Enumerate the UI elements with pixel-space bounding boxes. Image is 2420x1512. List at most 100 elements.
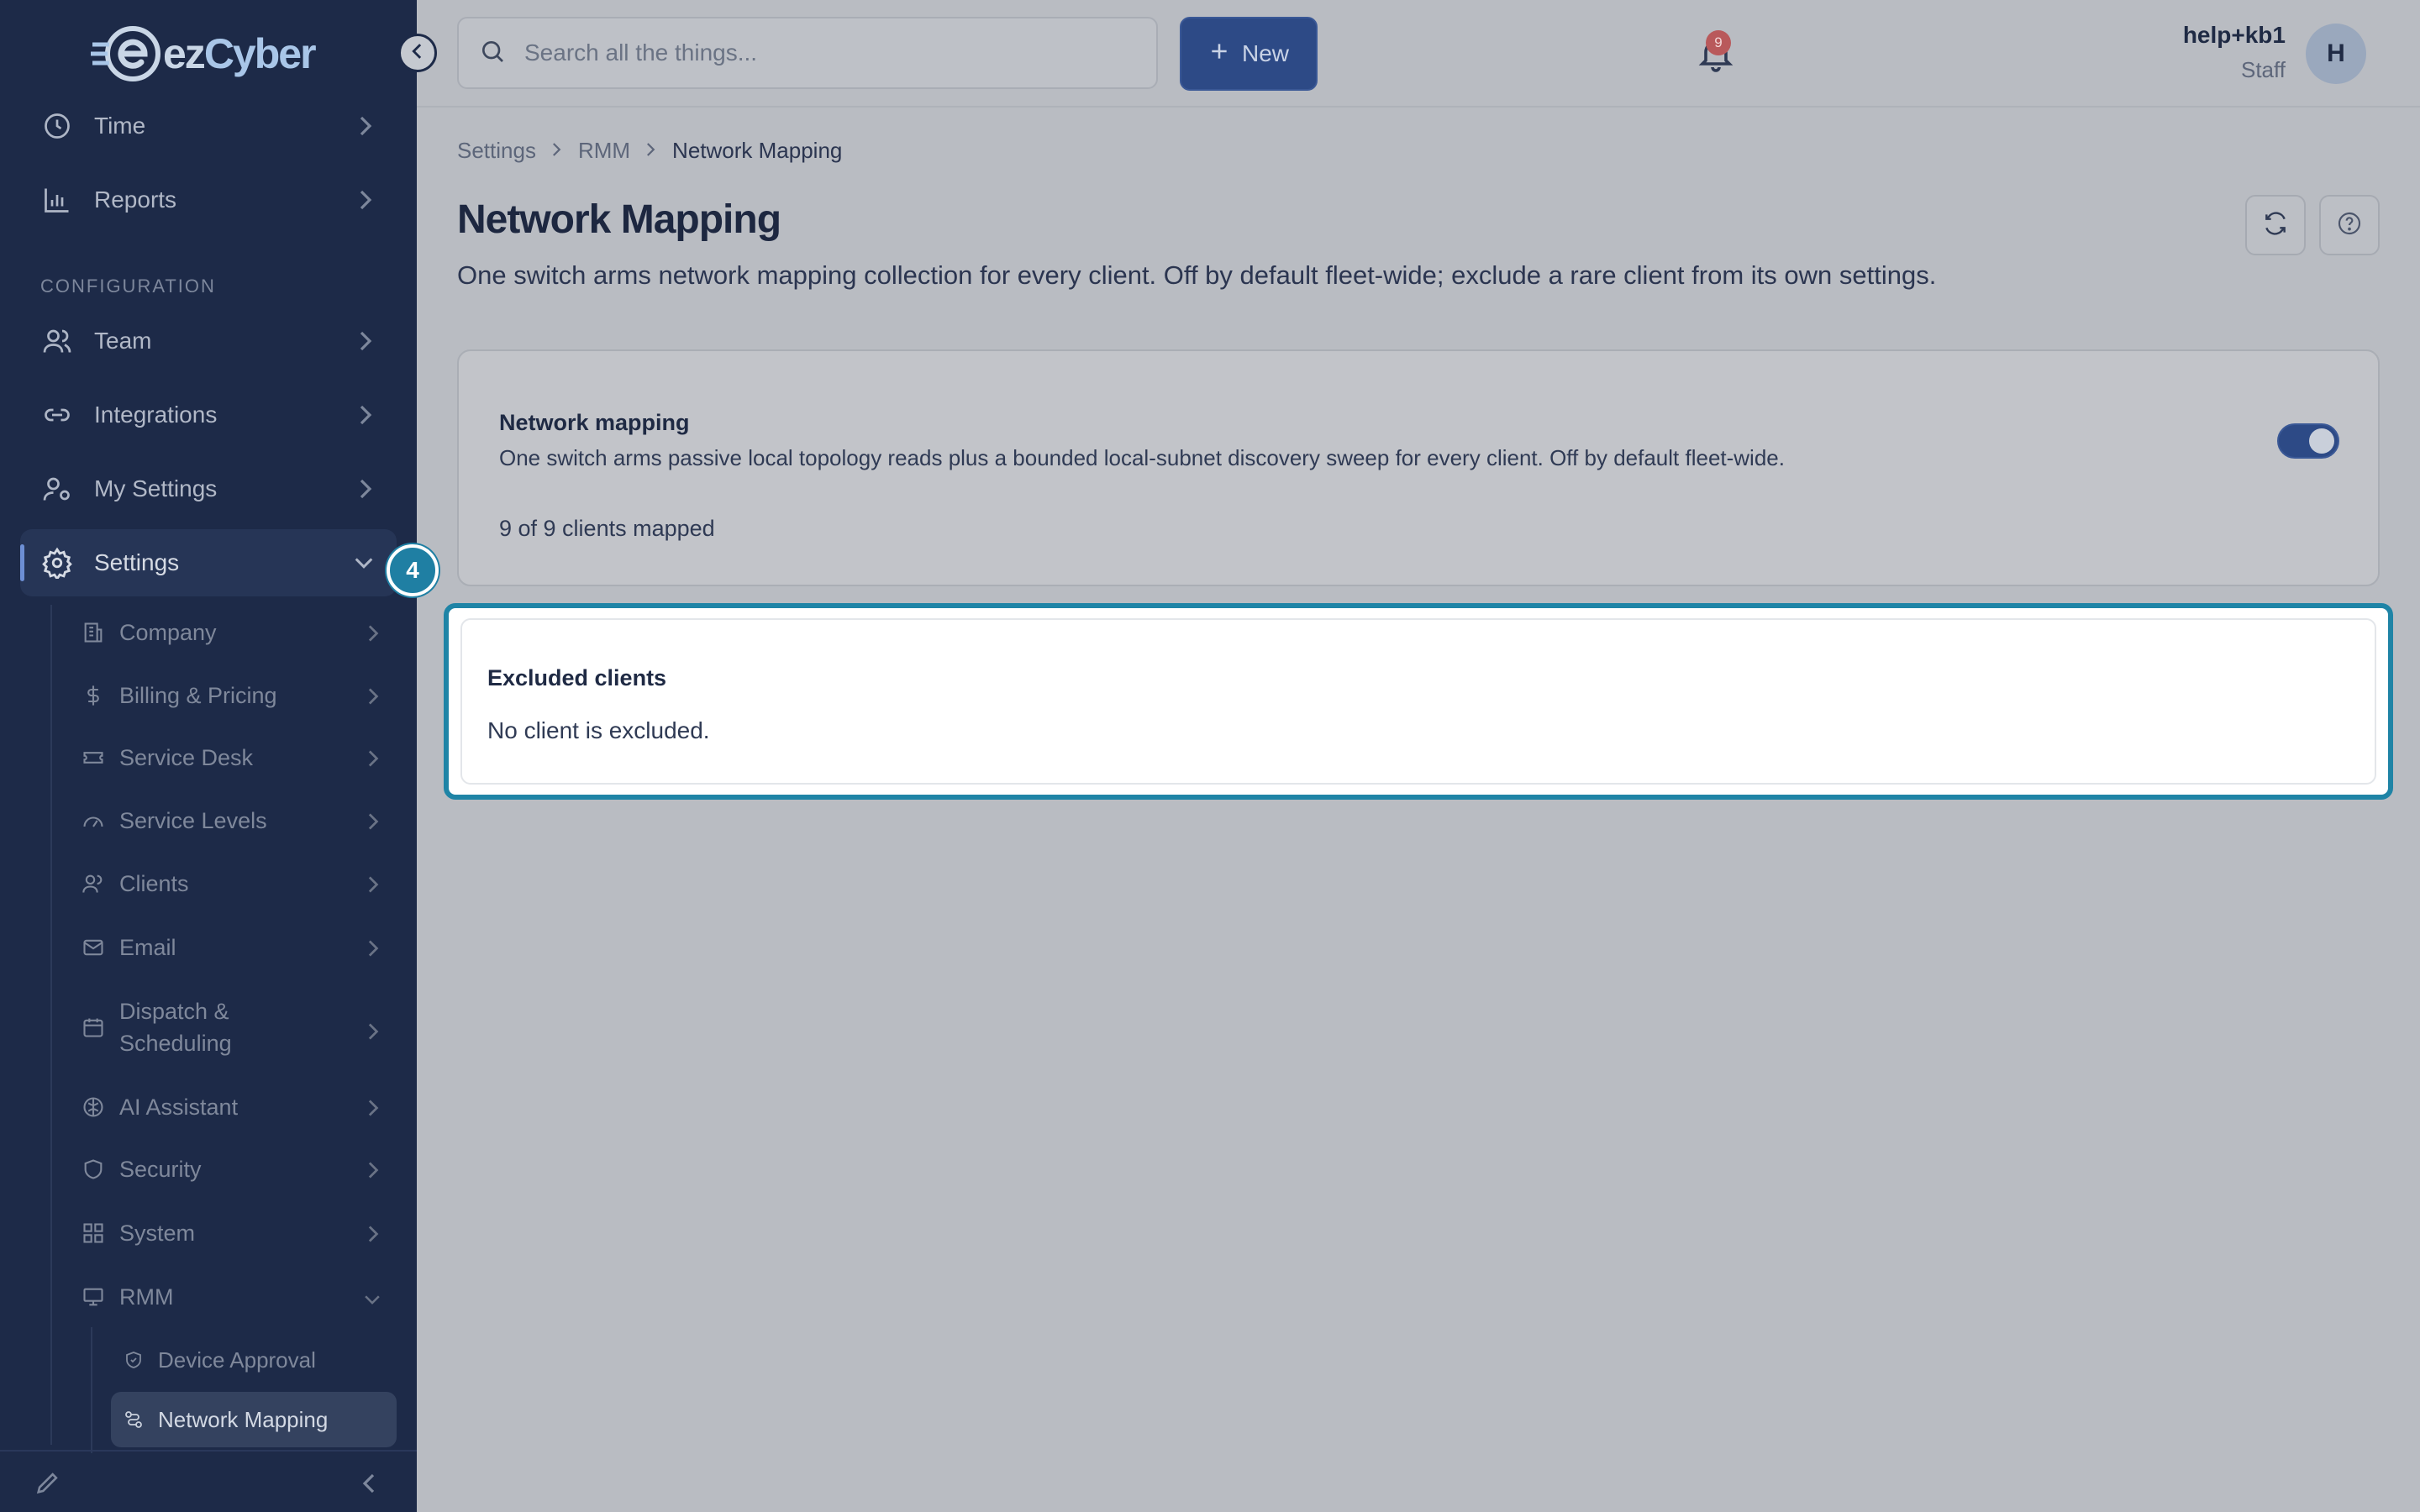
- network-mapping-toggle[interactable]: [2277, 423, 2339, 459]
- sidebar-item-billing-pricing[interactable]: Billing & Pricing: [69, 668, 397, 723]
- sidebar-item-label: Service Desk: [119, 744, 254, 770]
- help-icon: [2336, 210, 2363, 241]
- sidebar-item-label: Network Mapping: [158, 1406, 329, 1432]
- top-bar: New: [417, 0, 2420, 108]
- shield-check-icon: [123, 1349, 145, 1371]
- sidebar-footer: [0, 1450, 417, 1512]
- help-button[interactable]: [2319, 195, 2380, 255]
- page-title: Network Mapping: [457, 197, 781, 242]
- sidebar-item-dispatch-scheduling[interactable]: Dispatch & Scheduling: [69, 990, 397, 1065]
- active-indicator: [20, 544, 24, 581]
- sidebar-item-label: Clients: [119, 870, 189, 896]
- sidebar-item-security[interactable]: Security: [69, 1142, 397, 1197]
- chevron-left-icon: [411, 42, 424, 65]
- sidebar-item-service-levels[interactable]: Service Levels: [69, 793, 397, 848]
- brand-name: ezCyber: [163, 30, 317, 77]
- sidebar-item-system[interactable]: System: [69, 1205, 397, 1261]
- notification-count-badge: 9: [1706, 30, 1731, 55]
- sidebar-item-label: My Settings: [94, 475, 218, 501]
- chevron-right-icon: [358, 188, 375, 218]
- sidebar-item-integrations[interactable]: Integrations: [20, 381, 397, 449]
- chevron-right-icon: [366, 874, 381, 900]
- chevron-down-icon: [363, 1288, 381, 1314]
- brain-icon: [81, 1095, 106, 1120]
- new-button-label: New: [1241, 40, 1289, 66]
- chevron-right-icon: [358, 403, 375, 433]
- search-input[interactable]: [524, 39, 1113, 66]
- sidebar-item-network-mapping[interactable]: Network Mapping: [111, 1392, 397, 1447]
- sidebar-item-label: Company: [119, 619, 217, 645]
- sidebar-item-settings[interactable]: Settings: [20, 529, 397, 596]
- sidebar-item-company[interactable]: Company: [69, 605, 397, 660]
- sidebar-item-label: System: [119, 1220, 196, 1246]
- logo-mark-icon: [91, 24, 168, 83]
- chevron-right-icon: [366, 1160, 381, 1186]
- breadcrumb-rmm[interactable]: RMM: [578, 138, 630, 164]
- breadcrumb-current: Network Mapping: [672, 138, 843, 163]
- sidebar-item-device-approval[interactable]: Device Approval: [111, 1332, 397, 1388]
- monitor-icon: [81, 1284, 106, 1310]
- chevron-right-icon: [645, 138, 657, 164]
- chevron-left-icon[interactable]: [360, 1472, 376, 1499]
- breadcrumb-settings[interactable]: Settings: [457, 138, 536, 164]
- network-mapping-card: Network mapping One switch arms passive …: [457, 349, 2380, 586]
- sidebar-collapse-button[interactable]: [398, 34, 437, 72]
- highlight-frame: Excluded clients No client is excluded.: [444, 603, 2393, 800]
- new-button[interactable]: New: [1180, 17, 1318, 91]
- network-icon: [123, 1409, 145, 1431]
- user-name: help+kb1: [2182, 22, 2286, 48]
- sidebar: ezCyber Time Reports CONFIGURATION Team …: [0, 0, 417, 1512]
- sidebar-item-label: Settings: [94, 549, 180, 575]
- user-gear-icon: [40, 472, 74, 506]
- chevron-right-icon: [366, 686, 381, 712]
- ticket-icon: [81, 745, 106, 770]
- avatar[interactable]: H: [2306, 24, 2366, 84]
- user-role: Staff: [2240, 57, 2286, 82]
- sidebar-item-team[interactable]: Team: [20, 307, 397, 375]
- sidebar-item-time[interactable]: Time: [20, 92, 397, 160]
- search-icon: [479, 38, 506, 69]
- chevron-down-icon: [353, 551, 375, 578]
- sidebar-item-label: Team: [94, 328, 152, 354]
- sidebar-item-clients[interactable]: Clients: [69, 856, 397, 911]
- bar-chart-icon: [40, 183, 74, 217]
- sidebar-item-ai-assistant[interactable]: AI Assistant: [69, 1079, 397, 1135]
- clients-mapped-status: 9 of 9 clients mapped: [499, 516, 715, 541]
- submenu-rail: [50, 605, 52, 1445]
- sidebar-item-label: Reports: [94, 186, 177, 213]
- chevron-right-icon: [366, 623, 381, 649]
- sidebar-item-my-settings[interactable]: My Settings: [20, 455, 397, 522]
- chevron-right-icon: [366, 1224, 381, 1250]
- search-box[interactable]: [457, 17, 1158, 89]
- sidebar-item-label: Device Approval: [158, 1347, 316, 1373]
- sidebar-item-service-desk[interactable]: Service Desk: [69, 730, 397, 785]
- chevron-right-icon: [358, 329, 375, 359]
- sidebar-item-rmm[interactable]: RMM: [69, 1269, 397, 1325]
- toggle-knob: [2309, 428, 2334, 454]
- card-description: One switch arms passive local topology r…: [499, 445, 1785, 470]
- pencil-icon[interactable]: [34, 1468, 62, 1501]
- sidebar-item-label: Integrations: [94, 402, 218, 428]
- brand-logo[interactable]: ezCyber: [91, 22, 334, 86]
- submenu-rail: [91, 1327, 92, 1453]
- chevron-right-icon: [551, 138, 563, 164]
- refresh-button[interactable]: [2245, 195, 2306, 255]
- chevron-right-icon: [366, 1098, 381, 1124]
- page-description: One switch arms network mapping collecti…: [457, 260, 1937, 290]
- chevron-right-icon: [366, 811, 381, 837]
- chevron-right-icon: [358, 477, 375, 507]
- chevron-right-icon: [366, 1018, 381, 1050]
- chevron-right-icon: [366, 938, 381, 964]
- sidebar-item-label: Service Levels: [119, 807, 267, 833]
- sidebar-item-reports[interactable]: Reports: [20, 166, 397, 234]
- step-badge: 4: [387, 544, 439, 596]
- card-title: Network mapping: [499, 410, 690, 435]
- sidebar-item-label: Billing & Pricing: [119, 682, 277, 708]
- chevron-right-icon: [358, 114, 375, 144]
- dollar-icon: [81, 683, 106, 708]
- mail-icon: [81, 935, 106, 960]
- sidebar-item-label: Security: [119, 1156, 202, 1182]
- chevron-right-icon: [366, 748, 381, 774]
- refresh-icon: [2262, 210, 2289, 241]
- sidebar-item-email[interactable]: Email: [69, 920, 397, 975]
